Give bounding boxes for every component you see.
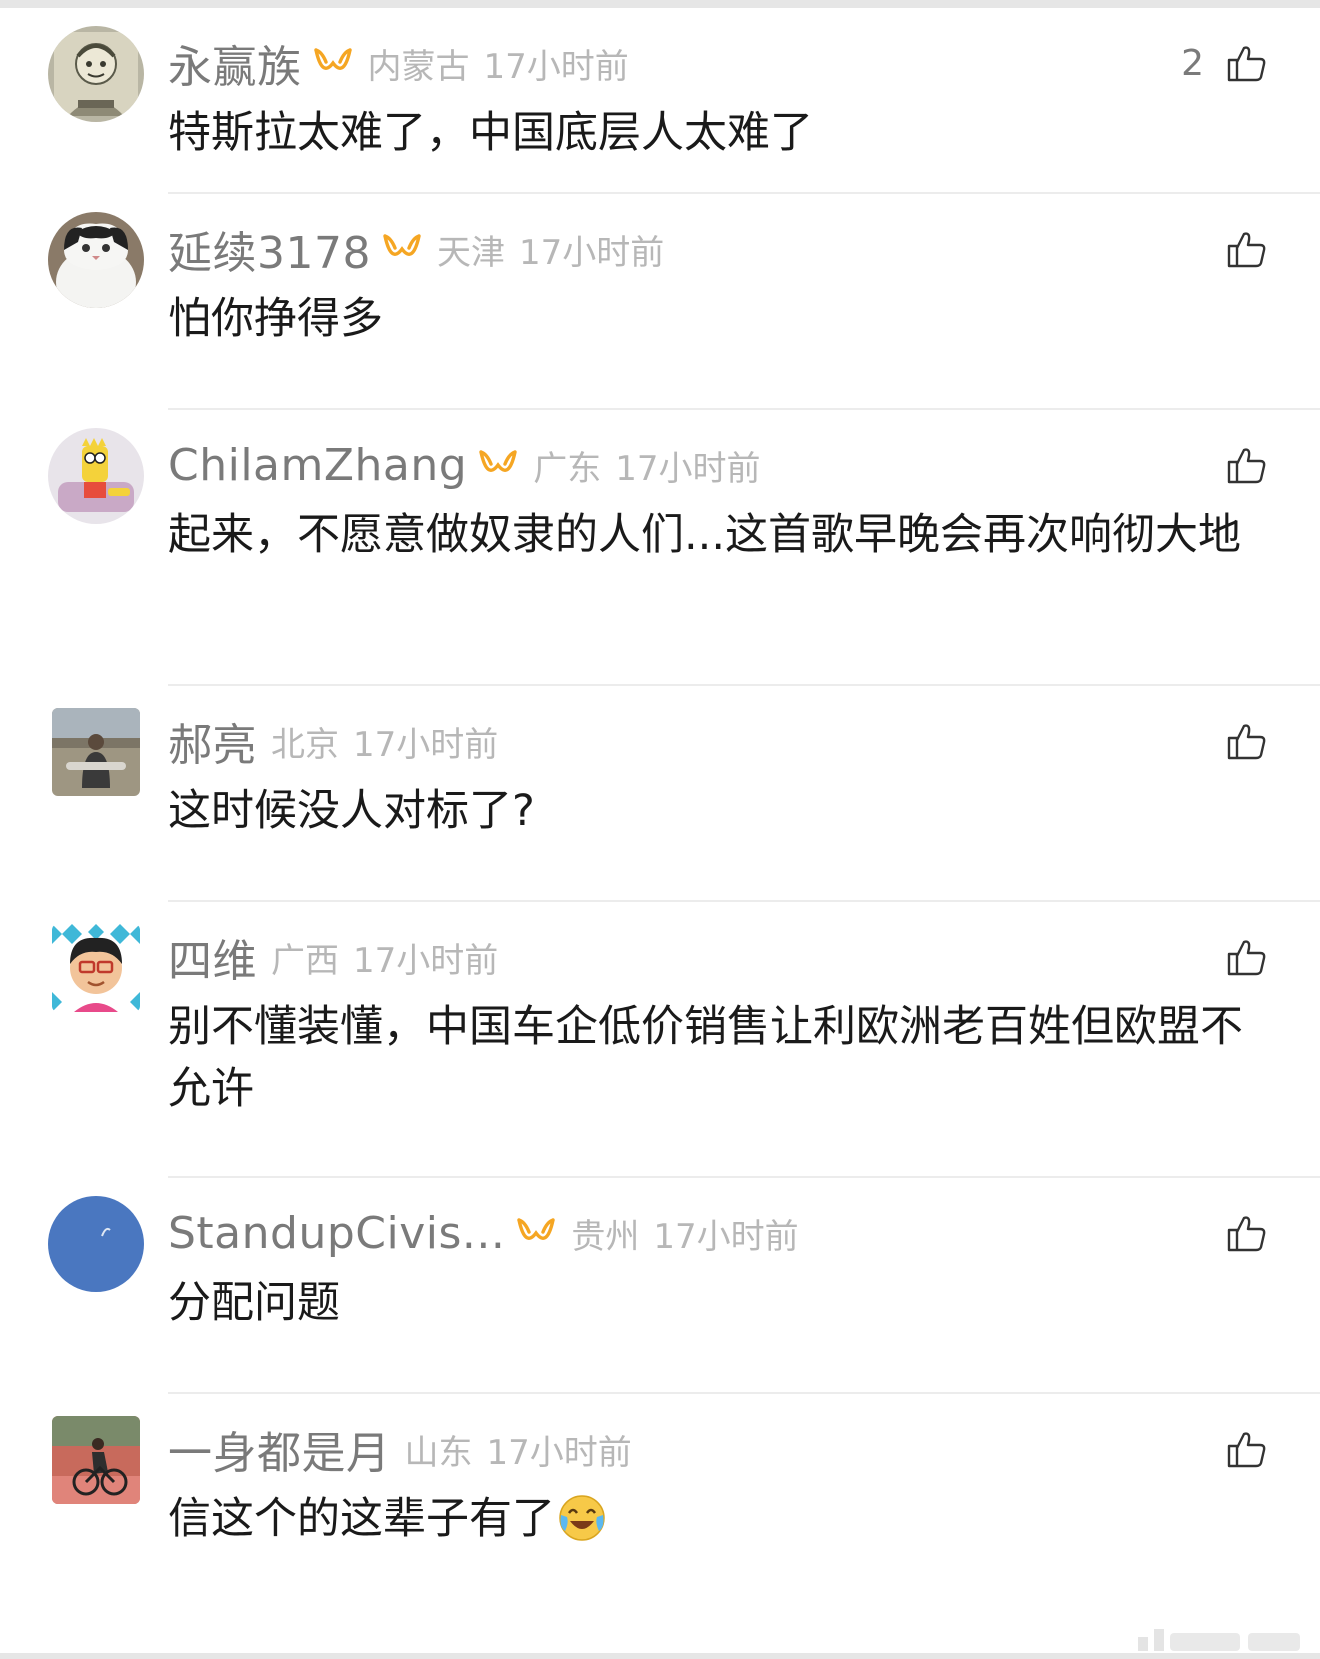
thumbs-up-icon [1227, 232, 1266, 268]
thumbs-up-icon [1227, 940, 1266, 976]
username[interactable]: 一身都是月 [168, 1417, 391, 1481]
comment-item: ChilamZhang 广东 17小时前 起来，不愿意做奴隶的人们...这首歌早… [0, 410, 1320, 686]
thumbs-up-icon [1227, 46, 1266, 82]
timestamp: 17小时前 [353, 724, 499, 765]
avatar[interactable] [52, 708, 140, 796]
like-button[interactable] [1204, 440, 1268, 490]
username[interactable]: ChilamZhang [168, 440, 467, 491]
location: 北京 [271, 724, 339, 765]
vip-badge-icon [381, 230, 423, 268]
vip-badge-icon [477, 446, 519, 484]
username[interactable]: 延续3178 [168, 217, 371, 281]
comment-item: 郝亮 北京 17小时前 这时候没人对标了? [0, 686, 1320, 902]
avatar[interactable] [48, 428, 144, 524]
comment-text: 起来，不愿意做奴隶的人们...这首歌早晚会再次响彻大地 [168, 510, 1242, 560]
like-button[interactable] [1204, 932, 1268, 982]
comment-item: 四维 广西 17小时前 别不懂装懂，中国车企低价销售让利欧洲老百姓但欧盟不允许 [0, 902, 1320, 1178]
location: 广东 [533, 448, 602, 489]
timestamp: 17小时前 [353, 940, 499, 981]
comment-text: 这时候没人对标了? [168, 786, 535, 836]
username[interactable]: StandupCivis... [168, 1208, 505, 1259]
crying-laughing-emoji-icon [557, 1493, 607, 1543]
comment-meta: 郝亮 北京 17小时前 [168, 709, 499, 773]
comment-item: 延续3178 天津 17小时前 怕你挣得多 [0, 194, 1320, 410]
vip-badge-icon [312, 44, 354, 82]
location: 天津 [436, 232, 505, 273]
comment-item: 永赢族 内蒙古 17小时前 2 特斯拉太难了，中国底层人太难了 [0, 8, 1320, 194]
page: 永赢族 内蒙古 17小时前 2 特斯拉太难了，中国底层人太难了 延续3178 天… [0, 0, 1320, 1659]
comment-meta: 永赢族 内蒙古 17小时前 [168, 31, 629, 95]
location: 广西 [271, 940, 339, 981]
timestamp: 17小时前 [486, 1432, 632, 1473]
comment-meta: 一身都是月 山东 17小时前 [168, 1417, 632, 1481]
comment-meta: ChilamZhang 广东 17小时前 [168, 436, 760, 494]
comment-text: 分配问题 [168, 1278, 340, 1328]
avatar[interactable] [48, 26, 144, 122]
timestamp: 17小时前 [615, 448, 761, 489]
timestamp: 17小时前 [518, 232, 665, 273]
comment-list: 永赢族 内蒙古 17小时前 2 特斯拉太难了，中国底层人太难了 延续3178 天… [0, 8, 1320, 1653]
comment-text: 特斯拉太难了，中国底层人太难了 [168, 108, 813, 158]
thumbs-up-icon [1227, 1432, 1266, 1468]
avatar[interactable] [48, 1196, 144, 1292]
watermark-icon [1138, 1629, 1300, 1651]
thumbs-up-icon [1227, 1216, 1266, 1252]
username[interactable]: 永赢族 [168, 31, 302, 95]
like-button[interactable] [1204, 224, 1268, 274]
like-button[interactable] [1204, 716, 1268, 766]
location: 贵州 [571, 1216, 640, 1257]
comment-text: 别不懂装懂，中国车企低价销售让利欧洲老百姓但欧盟不允许 [168, 1002, 1243, 1114]
comment-text: 信这个的这辈子有了 [168, 1488, 1248, 1550]
avatar[interactable] [52, 924, 140, 1012]
thumbs-up-icon [1227, 448, 1266, 484]
username[interactable]: 郝亮 [168, 709, 257, 773]
location: 山东 [404, 1432, 473, 1473]
like-button[interactable] [1204, 1424, 1268, 1474]
comment-meta: 四维 广西 17小时前 [168, 925, 499, 989]
avatar[interactable] [48, 212, 144, 308]
username[interactable]: 四维 [168, 925, 257, 989]
like-button[interactable]: 2 [1181, 38, 1268, 88]
comment-meta: StandupCivis... 贵州 17小时前 [168, 1204, 799, 1262]
location: 内蒙古 [367, 46, 470, 87]
comment-text: 怕你挣得多 [168, 294, 383, 344]
comment-text-body: 信这个的这辈子有了 [168, 1494, 555, 1544]
timestamp: 17小时前 [653, 1216, 799, 1257]
thumbs-up-icon [1227, 724, 1266, 760]
like-count: 2 [1181, 42, 1204, 84]
timestamp: 17小时前 [483, 46, 629, 87]
comment-item: 一身都是月 山东 17小时前 信这个的这辈子有了 [0, 1394, 1320, 1653]
comment-item: StandupCivis... 贵州 17小时前 分配问题 [0, 1178, 1320, 1394]
avatar[interactable] [52, 1416, 140, 1504]
vip-badge-icon [515, 1214, 557, 1252]
comment-meta: 延续3178 天津 17小时前 [168, 217, 665, 281]
like-button[interactable] [1204, 1208, 1268, 1258]
